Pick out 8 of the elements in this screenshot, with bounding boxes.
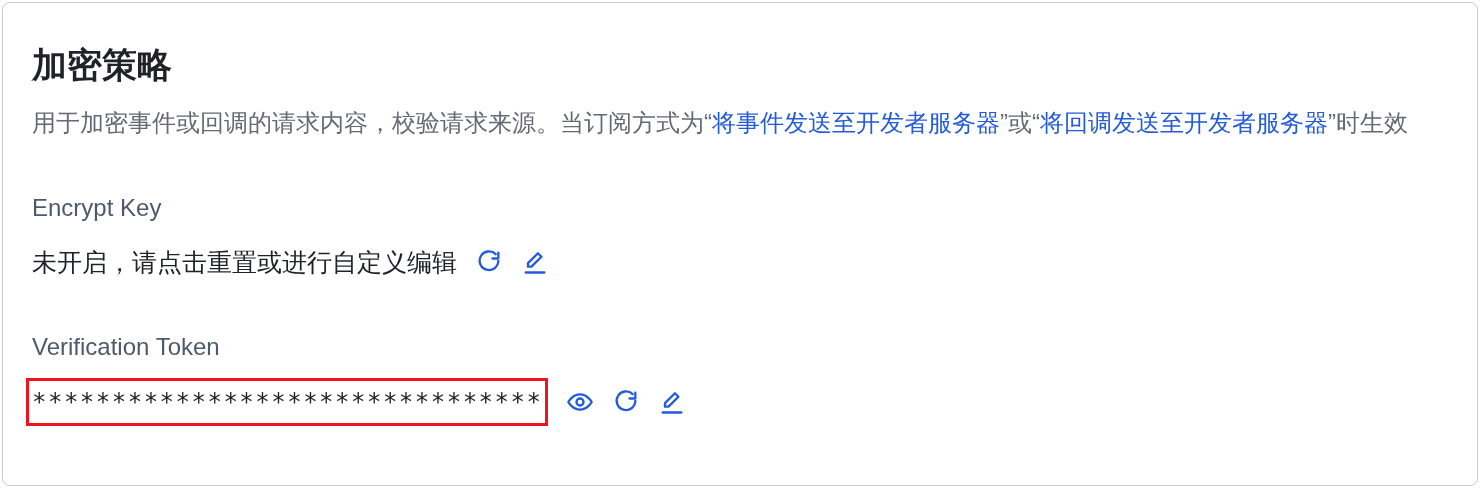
link[interactable]: 将回调发送至开发者服务器 <box>1040 109 1328 136</box>
field-value: 未开启，请点击重置或进行自定义编辑 <box>32 247 457 277</box>
field-label: Encrypt Key <box>32 193 163 223</box>
field-label: Verification Token <box>32 332 221 362</box>
section-title: 加密策略 <box>32 44 173 86</box>
masked-token: ******************************** <box>26 378 549 426</box>
description: 用于加密事件或回调的请求内容，校验请求来源。当订阅方式为“将事件发送至开发者服务器”或“将回调发送至开发者服务器”时生效 <box>32 108 1409 138</box>
link[interactable]: 将事件发送至开发者服务器 <box>712 109 1000 136</box>
